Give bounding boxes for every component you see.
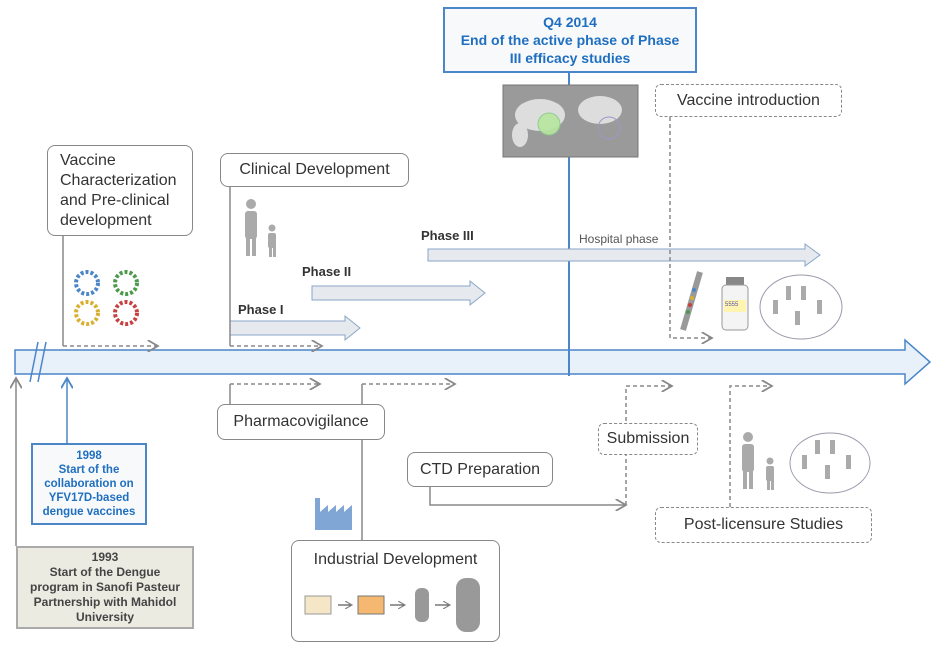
timeline-arrow [14,338,932,386]
milestone-date: 1993 [91,550,119,564]
milestone-1993-box: 1993 Start of the Dengue program in Sano… [16,546,194,629]
stage-ctd-preparation: CTD Preparation [407,452,553,487]
milestone-text: End of the active phase of Phase III eff… [460,32,680,66]
milestone-1998-box: 1998 Start of the collaboration on YFV17… [31,443,147,525]
stage-clinical-development: Clinical Development [220,153,409,187]
phase2-arrow [311,279,486,307]
stage-pharmacovigilance: Pharmacovigilance [217,404,385,440]
dengue-vaccine-timeline: Q4 2014 End of the active phase of Phase… [0,0,940,650]
phase1-arrow [229,314,361,342]
hospital-phase-label: Hospital phase [579,232,659,246]
milestone-date: 1998 [76,450,102,462]
milestone-text: Start of the Dengue program in Sanofi Pa… [29,565,181,624]
phase3-label: Phase III [421,228,474,243]
phase1-label: Phase I [238,302,284,317]
population-group-icon [759,274,871,494]
gears-icon [74,270,139,326]
stage-submission: Submission [598,423,698,455]
vial-label: 5555 [725,302,739,308]
milestone-date: Q4 2014 [543,14,597,30]
phase2-label: Phase II [302,264,352,279]
factory-icon [315,498,352,530]
milestone-q4-2014-box: Q4 2014 End of the active phase of Phase… [443,7,697,73]
world-map-icon [502,84,639,158]
milestone-text: Start of the collaboration on YFV17D-bas… [42,464,136,518]
stage-post-licensure: Post-licensure Studies [655,507,872,543]
syringe-icon [680,271,703,331]
phase3-arrow [427,243,821,267]
stage-vaccine-introduction: Vaccine introduction [655,84,842,117]
stage-industrial-development: Industrial Development [291,540,500,642]
stage-vaccine-characterization: Vaccine Characterization and Pre-clinica… [47,145,193,236]
